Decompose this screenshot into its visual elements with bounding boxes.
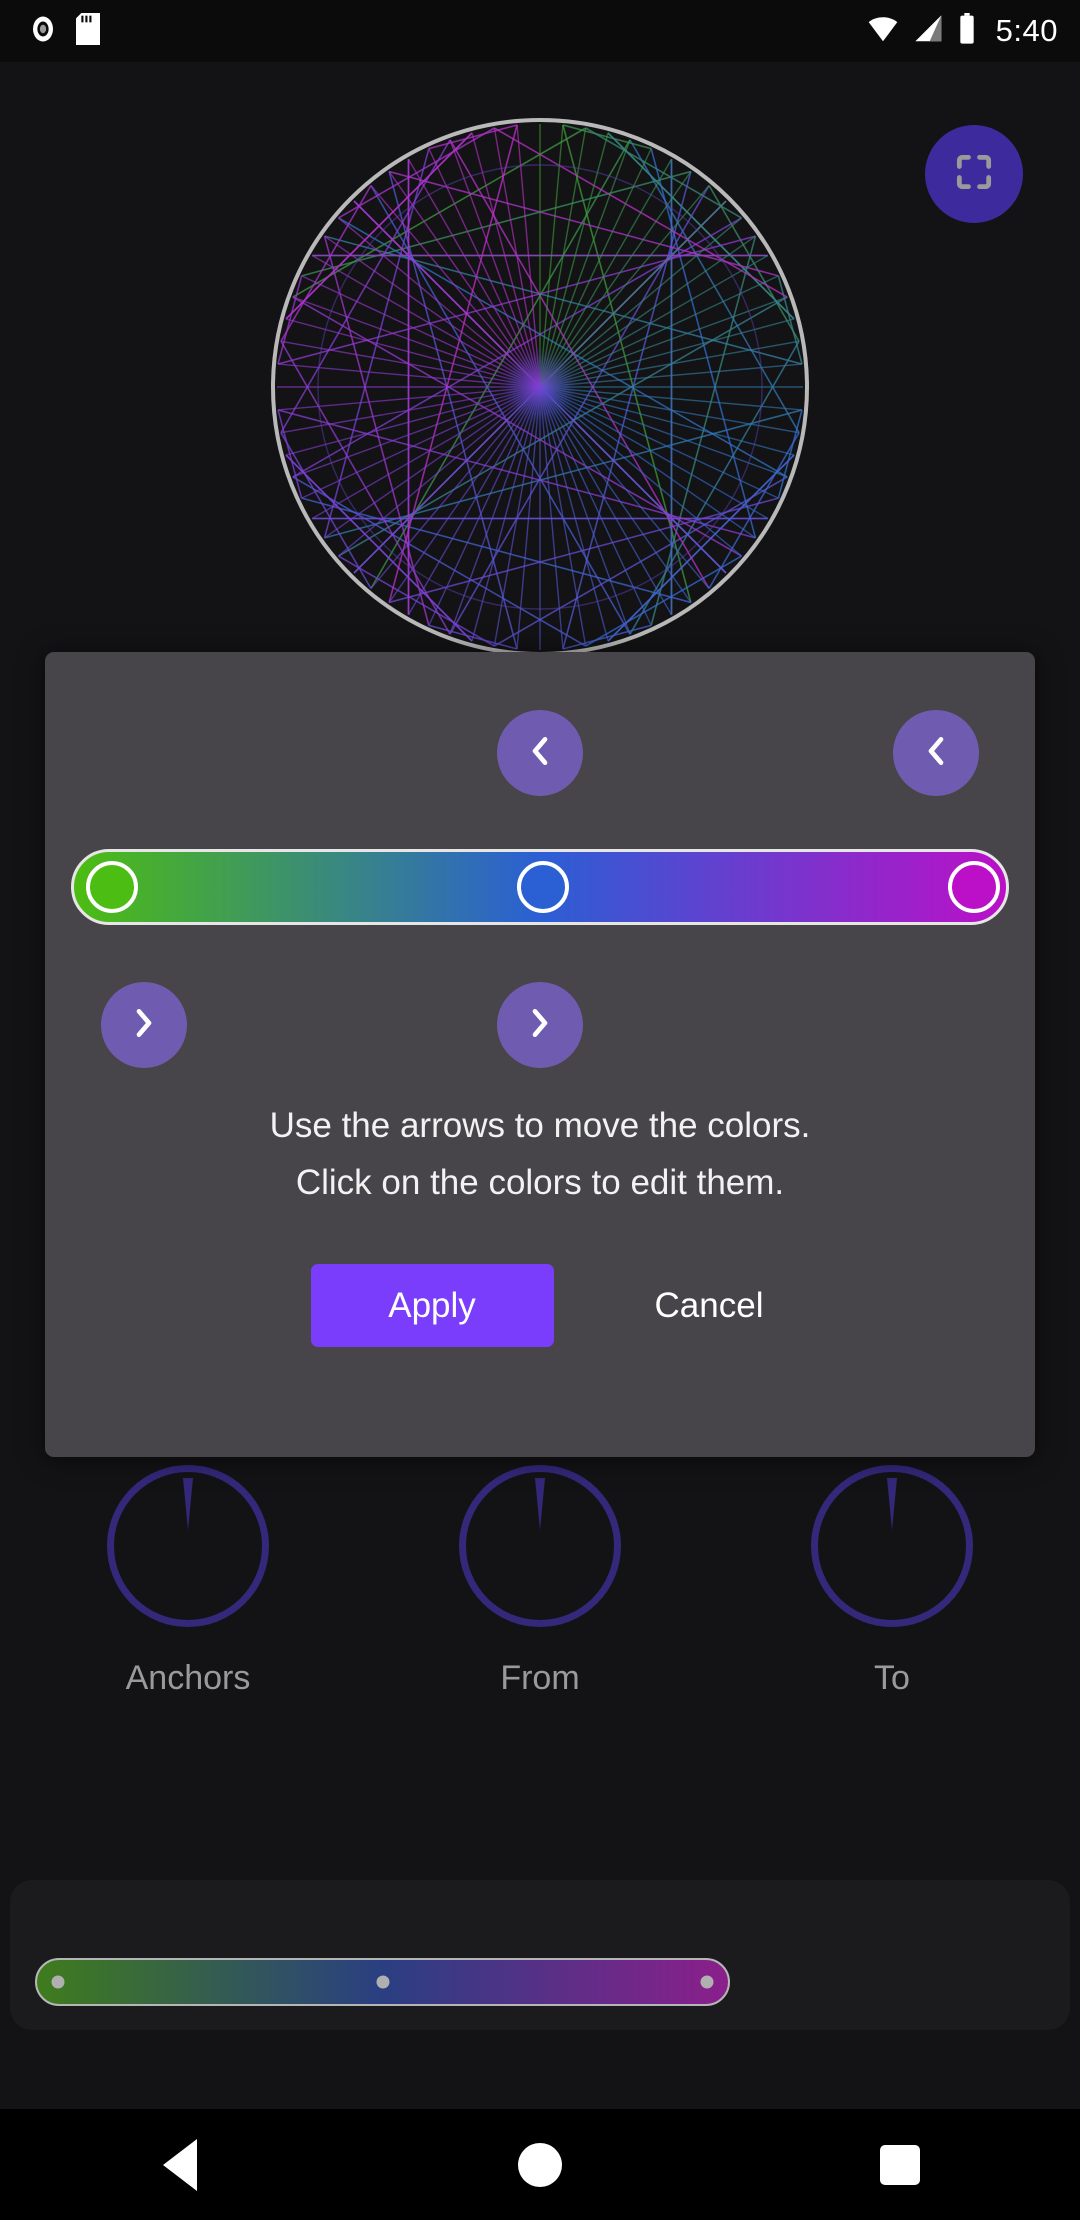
- chevron-left-icon: [916, 731, 956, 776]
- android-nav-bar: [0, 2109, 1080, 2220]
- knob-pointer-icon: [183, 1478, 193, 1530]
- move-left-stop-3[interactable]: [893, 710, 979, 796]
- nav-back-button[interactable]: [95, 2109, 265, 2220]
- gradient-preview-card: [10, 1880, 1070, 2030]
- knob-from[interactable]: 0.00 From: [450, 1425, 630, 1698]
- knob-from-label: From: [500, 1659, 580, 1697]
- move-left-arrow-row: [45, 710, 1035, 810]
- status-bar-clock: 5:40: [995, 13, 1058, 48]
- knob-to[interactable]: 0.00 To: [802, 1425, 982, 1698]
- knob-pointer-icon: [887, 1478, 897, 1530]
- color-stop-magenta[interactable]: [948, 861, 1000, 913]
- preview-marker-2[interactable]: [700, 1975, 714, 1989]
- battery-icon: [958, 12, 976, 50]
- color-stop-green[interactable]: [86, 861, 138, 913]
- knob-anchors[interactable]: 250 Anchors: [98, 1425, 278, 1698]
- fullscreen-button[interactable]: [925, 125, 1023, 223]
- move-right-stop-1[interactable]: [101, 982, 187, 1068]
- nav-home-button[interactable]: [455, 2109, 625, 2220]
- gradient-editor-bar[interactable]: [71, 849, 1009, 925]
- preview-marker-1[interactable]: [376, 1975, 389, 1989]
- knob-row: 250 Anchors 0.00 From 0.00 To: [0, 1425, 1080, 1698]
- home-icon: [518, 2142, 562, 2187]
- cancel-button[interactable]: Cancel: [649, 1286, 770, 1326]
- move-right-arrow-row: [45, 982, 1035, 1082]
- back-icon: [163, 2138, 197, 2191]
- chevron-right-icon: [520, 1003, 560, 1048]
- status-bar-left-icons: [28, 12, 100, 50]
- knob-anchors-dial[interactable]: [107, 1465, 269, 1627]
- apply-button[interactable]: Apply: [310, 1264, 554, 1347]
- color-stop-blue[interactable]: [517, 861, 569, 913]
- sd-card-icon: [76, 12, 100, 50]
- knob-pointer-icon: [535, 1478, 545, 1530]
- knob-anchors-label: Anchors: [125, 1659, 251, 1697]
- move-right-stop-2[interactable]: [497, 982, 583, 1068]
- gradient-preview-strip[interactable]: [35, 1958, 730, 2006]
- recents-icon: [880, 2144, 920, 2185]
- dialog-hint-line-1: Use the arrows to move the colors.: [269, 1106, 811, 1145]
- screen-record-icon: [28, 14, 58, 49]
- chevron-right-icon: [124, 1003, 164, 1048]
- chevron-left-icon: [520, 731, 560, 776]
- dialog-actions: Apply Cancel: [45, 1264, 1035, 1347]
- nav-recents-button[interactable]: [815, 2109, 985, 2220]
- wifi-icon: [866, 14, 900, 49]
- dialog-hint-line-2: Click on the colors to edit them.: [295, 1163, 785, 1202]
- knob-to-label: To: [874, 1659, 910, 1697]
- dialog-hint: Use the arrows to move the colors. Click…: [45, 1097, 1035, 1211]
- status-bar-right-icons: 5:40: [866, 12, 1058, 50]
- fullscreen-icon: [952, 150, 996, 199]
- preview-marker-0[interactable]: [51, 1975, 65, 1989]
- color-gradient-dialog: Use the arrows to move the colors. Click…: [45, 652, 1035, 1457]
- knob-from-dial[interactable]: [459, 1465, 621, 1627]
- knob-to-dial[interactable]: [811, 1465, 973, 1627]
- signal-icon: [914, 14, 944, 49]
- status-bar: 5:40: [0, 0, 1080, 62]
- move-left-stop-2[interactable]: [497, 710, 583, 796]
